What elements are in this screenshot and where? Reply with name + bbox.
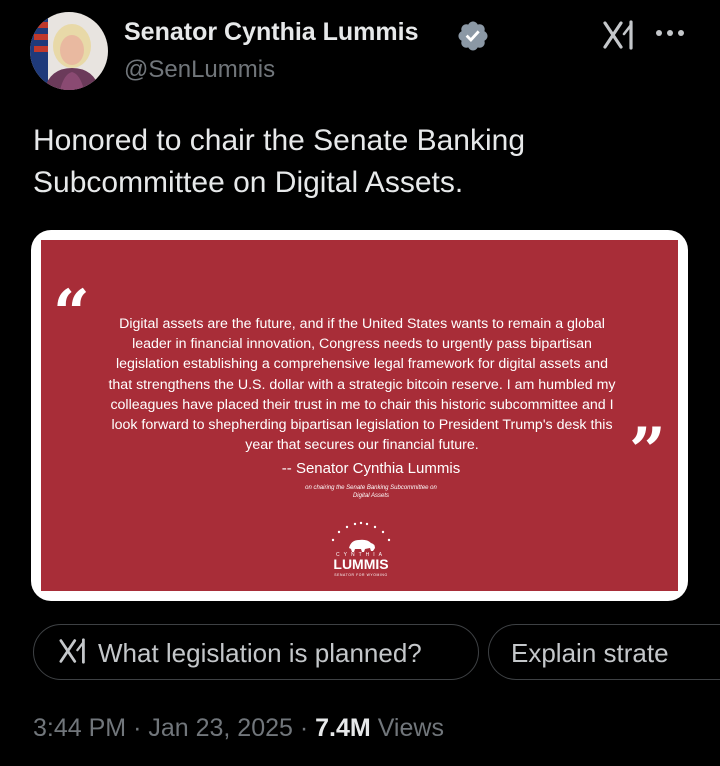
- verified-badge-icon: [458, 21, 488, 51]
- suggestion-label: What legislation is planned?: [98, 638, 422, 668]
- meta-separator: ·: [133, 714, 142, 742]
- quote-body: Digital assets are the future, and if th…: [83, 314, 641, 455]
- post-date[interactable]: Jan 23, 2025: [148, 714, 293, 742]
- author-handle[interactable]: @SenLummis: [124, 56, 275, 84]
- suggestion-label: Explain strate: [511, 638, 669, 668]
- lummis-logo: CYNTHIA LUMMIS SENATOR FOR WYOMING: [331, 521, 391, 577]
- more-dots-icon[interactable]: [652, 18, 688, 48]
- quote-attribution-subtitle: on chairing the Senate Banking Subcommit…: [271, 484, 471, 500]
- quote-line: year that secures our financial future.: [245, 437, 479, 454]
- tweet-meta: 3:44 PM · Jan 23, 2025 · 7.4M Views: [33, 714, 444, 743]
- attribution-sub-line: Digital Assets: [352, 493, 390, 499]
- tweet-text: Honored to chair the Senate Banking Subc…: [33, 120, 693, 204]
- quote-line: look forward to shepherding bipartisan l…: [111, 417, 613, 434]
- quote-line: legislation establishing a comprehensive…: [115, 356, 609, 373]
- attribution-sub-line: on chairing the Senate Banking Subcommit…: [305, 485, 437, 491]
- views-label: Views: [377, 714, 444, 742]
- grok-suggestion-button[interactable]: Explain strate: [488, 624, 720, 680]
- quote-line: leader in financial innovation, Congress…: [132, 336, 592, 353]
- post-time[interactable]: 3:44 PM: [33, 714, 126, 742]
- grok-icon: [59, 638, 85, 664]
- quote-attribution: -- Senator Cynthia Lummis: [281, 460, 461, 477]
- tweet-text-line: Honored to chair the Senate Banking: [33, 124, 525, 157]
- logo-bottom-text: SENATOR FOR WYOMING: [334, 573, 387, 577]
- quote-line: that strengthens the U.S. dollar with a …: [108, 376, 616, 393]
- tweet-media-image[interactable]: “ Digital assets are the future, and if …: [31, 230, 688, 601]
- grok-icon[interactable]: [602, 20, 636, 50]
- meta-separator: ·: [299, 714, 309, 742]
- close-quote-mark: ”: [629, 414, 666, 489]
- quote-line: Digital assets are the future, and if th…: [119, 316, 605, 332]
- quote-line: colleagues have placed their trust in me…: [110, 396, 614, 413]
- avatar[interactable]: [30, 12, 108, 90]
- author-name[interactable]: Senator Cynthia Lummis: [124, 18, 419, 47]
- tweet-text-line: Subcommittee on Digital Assets.: [33, 166, 464, 199]
- views-count[interactable]: 7.4M: [315, 714, 371, 742]
- logo-main-text: LUMMIS: [333, 556, 388, 572]
- grok-suggestion-button[interactable]: What legislation is planned?: [33, 624, 479, 680]
- quote-graphic: “ Digital assets are the future, and if …: [41, 240, 678, 591]
